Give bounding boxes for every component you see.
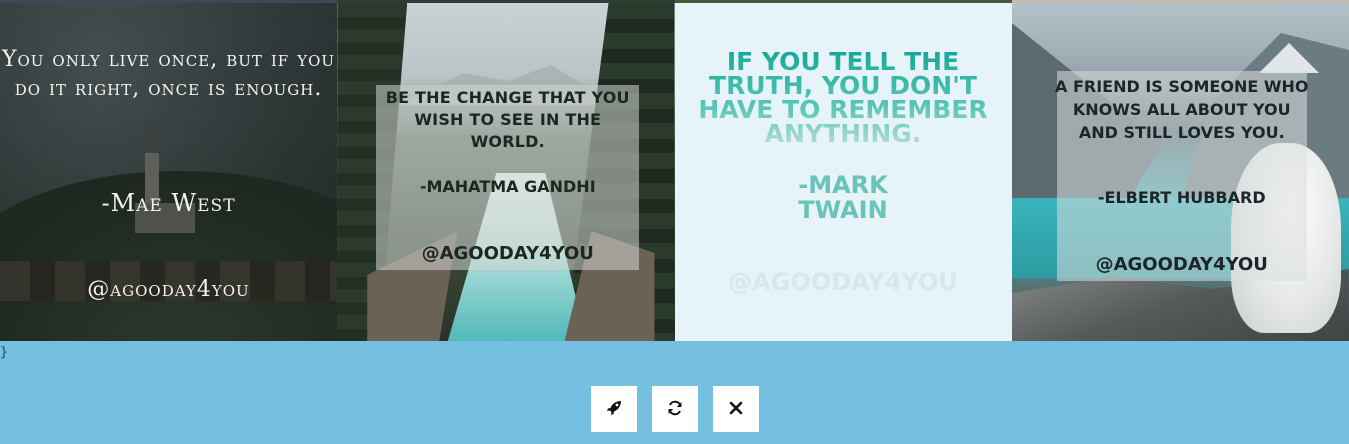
card-handle: @agooday4you [87,277,250,302]
card-quote: Be the change that you wish to see in th… [385,88,630,151]
card-handle: @agooday4you [1095,254,1268,275]
launch-button[interactable] [591,386,637,432]
stray-text: } [0,345,8,360]
quote-card-1[interactable]: You only live once, but if you do it rig… [0,3,338,341]
action-toolbar [591,386,759,432]
quote-cards: You only live once, but if you do it rig… [0,3,1349,341]
quote-card-2[interactable]: Be the change that you wish to see in th… [337,3,675,341]
card-author: -Mahatma Gandhi [419,177,596,196]
card-quote: If you tell the truth, you don't have to… [675,49,1012,146]
close-icon [728,400,744,419]
card-handle: @agooday4you [421,243,594,264]
refresh-button[interactable] [652,386,698,432]
quote-card-4[interactable]: A friend is someone who knows all about … [1011,3,1349,341]
card-author: -Mae West [101,189,236,217]
card-author: -Elbert Hubbard [1097,188,1266,207]
close-button[interactable] [713,386,759,432]
card-quote: You only live once, but if you do it rig… [1,47,336,101]
quote-card-3[interactable]: If you tell the truth, you don't have to… [674,3,1012,341]
card-quote: A friend is someone who knows all about … [1055,77,1309,142]
rocket-icon [606,400,622,419]
refresh-icon [667,400,683,419]
card-author: -Mark Twain [798,171,888,224]
card-handle: @agooday4you [728,268,958,296]
